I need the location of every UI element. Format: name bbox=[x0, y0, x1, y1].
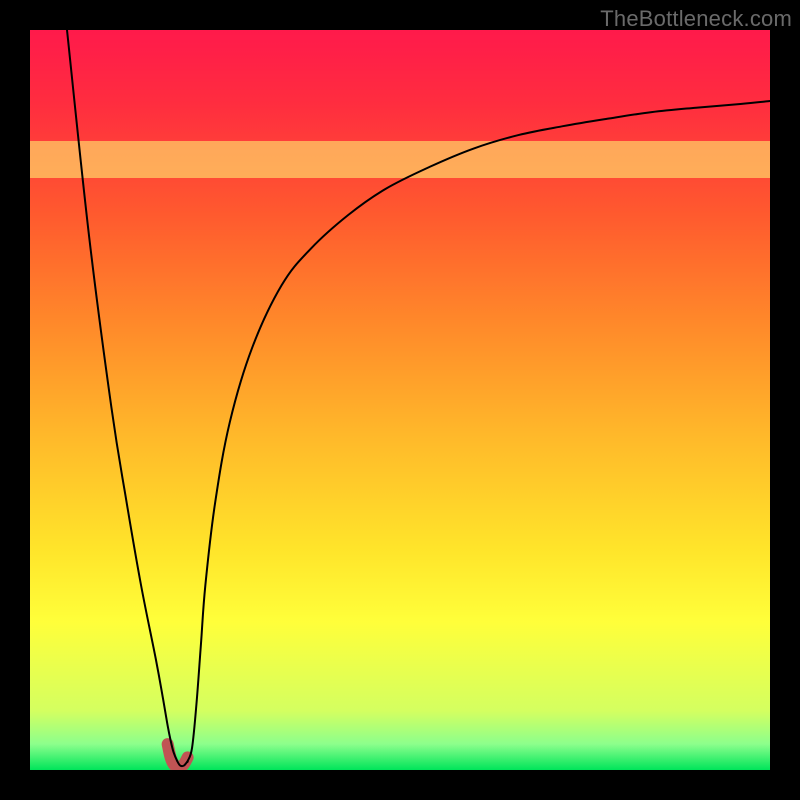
watermark-text: TheBottleneck.com bbox=[600, 6, 792, 32]
highlight-band bbox=[30, 141, 770, 178]
plot-area bbox=[30, 30, 770, 770]
chart-frame: TheBottleneck.com bbox=[0, 0, 800, 800]
